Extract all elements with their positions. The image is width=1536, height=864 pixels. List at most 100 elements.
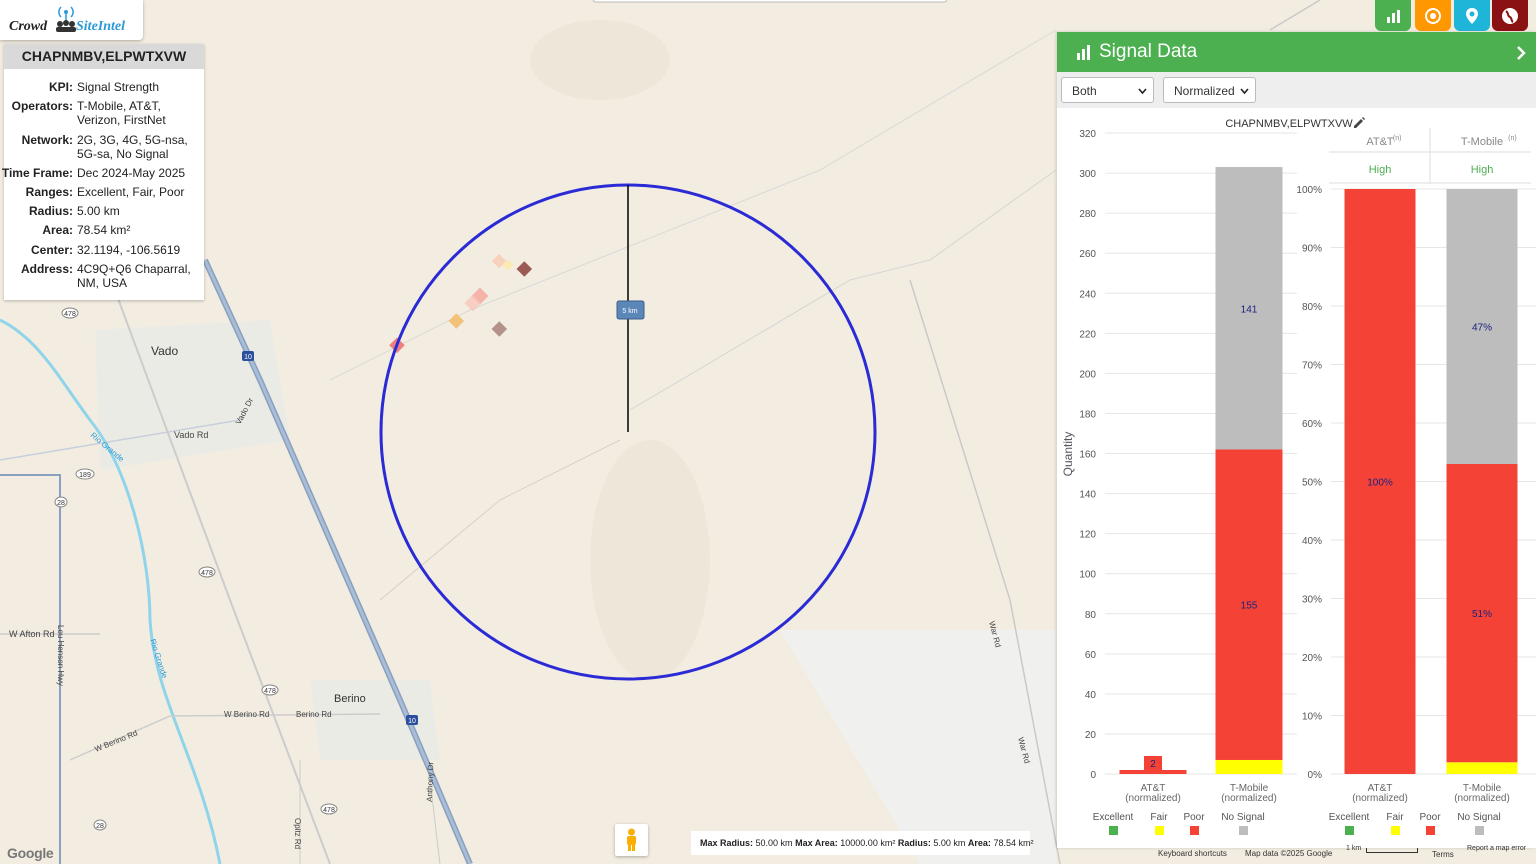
- svg-text:10: 10: [408, 718, 416, 725]
- y-tick-label: 10%: [1302, 712, 1322, 723]
- globe-button[interactable]: [1492, 0, 1528, 31]
- svg-text:478: 478: [64, 311, 76, 318]
- y-tick-label: 140: [1079, 490, 1096, 501]
- info-value-ranges: Excellent, Fair, Poor: [77, 185, 185, 199]
- interstate-shield-10b: 10: [406, 715, 418, 725]
- legend-swatch: [1190, 826, 1199, 835]
- place-label-vado: Vado: [151, 344, 178, 358]
- bar-segment-poor: [1119, 769, 1187, 774]
- y-tick-label: 90%: [1302, 244, 1322, 255]
- terms-link[interactable]: Terms: [1432, 850, 1454, 859]
- legend-label: No Signal: [1221, 812, 1264, 823]
- data-label: 141: [1241, 304, 1258, 315]
- road-label-vado-rd: Vado Rd: [174, 430, 208, 440]
- status-max-area-value: 10000.00 km²: [840, 838, 896, 848]
- edit-icon[interactable]: [1354, 117, 1365, 128]
- crowdsiteintel-logo[interactable]: Crowd SiteIntel: [0, 0, 143, 40]
- legend-swatch: [1239, 826, 1248, 835]
- x-tick-label: (normalized): [1352, 793, 1408, 804]
- operator-header-sup: (n): [1393, 135, 1402, 142]
- svg-text:28: 28: [96, 823, 104, 830]
- operator-rating: High: [1369, 164, 1392, 176]
- scale-bar: [1366, 848, 1418, 853]
- legend-swatch: [1426, 826, 1435, 835]
- highway-shield-28b: 28: [93, 819, 107, 831]
- y-tick-label: 70%: [1302, 361, 1322, 372]
- x-tick-label: (normalized): [1221, 793, 1277, 804]
- info-value-radius: 5.00 km: [77, 204, 120, 218]
- info-value-operators: T-Mobile, AT&T, Verizon, FirstNet: [77, 99, 166, 127]
- y-tick-label: 30%: [1302, 595, 1322, 606]
- data-label: 2: [1150, 759, 1156, 770]
- y-tick-label: 240: [1079, 289, 1096, 300]
- y-tick-label: 60: [1085, 650, 1097, 661]
- y-axis-label: Quantity: [1061, 432, 1075, 477]
- svg-text:478: 478: [201, 570, 213, 577]
- info-value-area: 78.54 km²: [77, 223, 131, 237]
- info-key-kpi: KPI:: [49, 80, 73, 94]
- info-key-network: Network:: [21, 133, 73, 147]
- status-radius-label: Radius:: [897, 838, 931, 848]
- operator-rating: High: [1471, 164, 1494, 176]
- info-key-radius: Radius:: [28, 204, 73, 218]
- legend-swatch: [1475, 826, 1484, 835]
- status-max-radius-label: Max Radius:: [700, 838, 754, 848]
- bar-segment-fair: [1446, 762, 1518, 774]
- y-tick-label: 260: [1079, 249, 1096, 260]
- status-area-label: Area:: [967, 838, 991, 848]
- y-tick-label: 50%: [1302, 478, 1322, 489]
- legend-swatch: [1391, 826, 1400, 835]
- signal-chart: CHAPNMBV,ELPWTXVW 0 20 40 60 80 100 120 140 160 1…: [1061, 117, 1536, 835]
- radius-label[interactable]: 5 km: [616, 300, 645, 320]
- target-icon: [1425, 7, 1441, 24]
- svg-text:28: 28: [57, 500, 65, 507]
- globe-icon: [1502, 7, 1518, 24]
- legend-swatch: [1155, 826, 1164, 835]
- report-map-error-link[interactable]: Report a map error: [1467, 845, 1526, 852]
- road-label-lou-henson-hwy: Lou Henson Hwy: [56, 625, 65, 686]
- status-max-area-label: Max Area:: [795, 838, 838, 848]
- legend-label: Poor: [1419, 812, 1441, 823]
- y-tick-label: 20: [1085, 730, 1097, 741]
- info-key-center: Center:: [30, 243, 73, 257]
- info-value-address: 4C9Q+Q6 Chaparral, NM, USA: [77, 262, 191, 290]
- site-info-panel: CHAPNMBV,ELPWTXVW KPI: Signal Strength Op…: [2, 44, 204, 300]
- y-tick-label: 320: [1079, 129, 1096, 140]
- status-radius-value: 5.00 km: [933, 838, 966, 848]
- street-view-button[interactable]: [615, 824, 648, 856]
- highway-shield-478: 478: [61, 307, 79, 319]
- top-search-bar-edge: [592, 0, 948, 3]
- location-button[interactable]: [1454, 0, 1490, 31]
- interstate-shield-10: 10: [242, 351, 254, 361]
- keyboard-shortcuts-link[interactable]: Keyboard shortcuts: [1158, 849, 1227, 858]
- y-tick-label: 220: [1079, 329, 1096, 340]
- status-max-radius-value: 50.00 km: [755, 838, 793, 848]
- y-tick-label: 60%: [1302, 419, 1322, 430]
- chart-title: CHAPNMBV,ELPWTXVW: [1225, 118, 1353, 130]
- highway-shield-478b: 478: [198, 566, 216, 578]
- data-label: 155: [1241, 601, 1258, 612]
- signal-data-button[interactable]: [1375, 0, 1411, 31]
- info-value-time-frame: Dec 2024-May 2025: [77, 166, 186, 180]
- highway-shield-28: 28: [54, 496, 68, 508]
- y-tick-label: 100%: [1296, 185, 1322, 196]
- svg-text:5 km: 5 km: [622, 308, 637, 315]
- info-key-area: Area:: [42, 223, 73, 237]
- data-label: 51%: [1472, 609, 1492, 620]
- signal-data-panel: Signal Data Both Normalized CHAPNMBV,ELP…: [1057, 32, 1536, 848]
- target-button[interactable]: [1415, 0, 1451, 31]
- map-data-attribution: Map data ©2025 Google: [1245, 849, 1333, 858]
- logo-text-siteintel: SiteIntel: [76, 19, 126, 34]
- y-tick-label: 20%: [1302, 653, 1322, 664]
- legend-swatch: [1109, 826, 1118, 835]
- x-tick-label: (normalized): [1454, 793, 1510, 804]
- site-name: CHAPNMBV,ELPWTXVW: [4, 44, 204, 69]
- legend-label: Excellent: [1093, 812, 1134, 823]
- map-pin-icon: [1466, 7, 1478, 24]
- scale-label: 1 km: [1346, 845, 1362, 852]
- data-label: 47%: [1472, 322, 1492, 333]
- highway-shield-189: 189: [75, 468, 95, 480]
- svg-text:189: 189: [79, 472, 91, 479]
- road-label-opitz-rd: Opitz Rd: [293, 818, 302, 849]
- radius-status-bar: Max Radius: 50.00 km Max Area: 10000.00 …: [691, 831, 1033, 855]
